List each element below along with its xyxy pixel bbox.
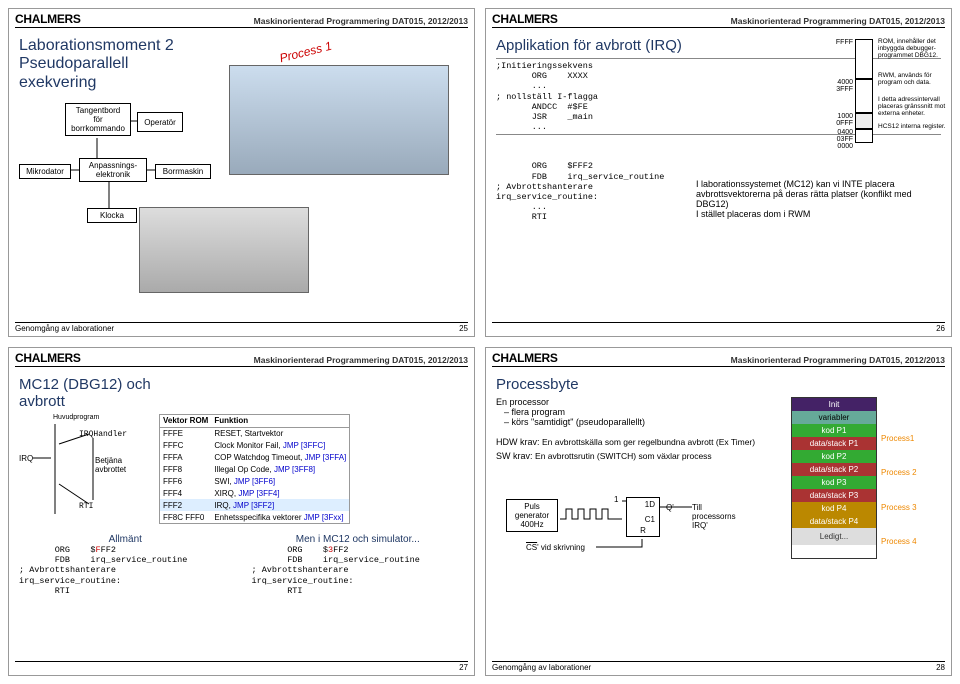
page-number: 25: [459, 324, 468, 333]
slide-header: CHALMERS Maskinorienterad Programmering …: [15, 12, 468, 28]
bullet-2: – flera program: [504, 407, 781, 417]
sw-line: SW krav: En avbrottsrutin (SWITCH) som v…: [496, 451, 781, 461]
chalmers-logo: CHALMERS: [15, 12, 81, 26]
course-label: Maskinorienterad Programmering DAT015, 2…: [254, 355, 468, 365]
table-row: FFF4XIRQ, JMP [3FF4]: [160, 487, 350, 499]
footer-text: Genomgång av laborationer: [15, 324, 114, 333]
heading-men: Men i MC12 och simulator...: [252, 534, 465, 545]
slide-header: CHALMERS Maskinorienterad Programmering …: [492, 351, 945, 367]
slide-footer: Genomgång av laborationer 25: [15, 322, 468, 333]
slide-footer: 27: [15, 661, 468, 672]
course-label: Maskinorienterad Programmering DAT015, 2…: [254, 16, 468, 26]
code-general: ORG $FFF2 FDB irq_service_routine ; Avbr…: [19, 545, 232, 596]
pulse-diagram: Pulsgenerator400Hz 1D C1 R Q' 1 Tillproc…: [496, 479, 781, 559]
slide-footer: Genomgång av laborationer 28: [492, 661, 945, 672]
screenshot-placeholder-1: [229, 65, 449, 175]
slide-header: CHALMERS Maskinorienterad Programmering …: [15, 351, 468, 367]
page-number: 27: [459, 663, 468, 672]
heading-allmant: Allmänt: [19, 534, 232, 545]
table-row: FFFCClock Monitor Fail, JMP [3FFC]: [160, 440, 350, 452]
vector-table: Vektor ROMFunktion FFFERESET, Startvekto…: [159, 414, 350, 524]
table-row: FFFACOP Watchdog Timeout, JMP [3FFA]: [160, 452, 350, 464]
bullet-3: – körs "samtidigt" (pseudoparallellt): [504, 417, 781, 427]
screenshot-placeholder-2: [139, 207, 309, 293]
table-row: FFF2IRQ, JMP [3FF2]: [160, 499, 350, 511]
note-text: I laborationssystemet (MC12) kan vi INTE…: [696, 179, 936, 219]
irq-flow: IRQ Huvudprogram IRQHandler Betjänaavbro…: [19, 414, 149, 524]
table-row: FFFERESET, Startvektor: [160, 427, 350, 439]
footer-text: Genomgång av laborationer: [492, 663, 591, 672]
chalmers-logo: CHALMERS: [15, 351, 81, 365]
slide-footer: 26: [492, 322, 945, 333]
slide-header: CHALMERS Maskinorienterad Programmering …: [492, 12, 945, 28]
title-line-1: Laborationsmoment 2: [19, 37, 464, 55]
slide-title: MC12 (DBG12) och avbrott: [19, 376, 464, 410]
table-row: FF8C FFF0Enhetsspecifika vektorer JMP [3…: [160, 511, 350, 524]
code-mc12: ORG $3FF2 FDB irq_service_routine ; Avbr…: [252, 545, 465, 596]
slide-27: CHALMERS Maskinorienterad Programmering …: [8, 347, 475, 676]
memory-map: FFFF 40003FFF 10000FFF 040003FF 0000: [831, 39, 873, 150]
bullet-1: En processor: [496, 397, 781, 407]
memory-notes: ROM, innehåller det inbyggda debugger-pr…: [878, 39, 948, 130]
process-memory: Init variabler kod P1 data/stack P1 kod …: [791, 397, 941, 559]
slide-28: CHALMERS Maskinorienterad Programmering …: [485, 347, 952, 676]
slide-title: Processbyte: [496, 376, 941, 393]
hdw-line: HDW krav: En avbrottskälla som ger regel…: [496, 437, 781, 447]
table-row: FFF8Illegal Op Code, JMP [3FF8]: [160, 464, 350, 476]
chalmers-logo: CHALMERS: [492, 351, 558, 365]
page-number: 26: [936, 324, 945, 333]
table-row: FFF6SWI, JMP [3FF6]: [160, 475, 350, 487]
page-number: 28: [936, 663, 945, 672]
course-label: Maskinorienterad Programmering DAT015, 2…: [731, 16, 945, 26]
slide-title: Applikation för avbrott (IRQ): [496, 37, 941, 54]
slide-25: CHALMERS Maskinorienterad Programmering …: [8, 8, 475, 337]
code-init: ;Initieringssekvens ORG XXXX ... ; nolls…: [496, 58, 941, 135]
slide-26: CHALMERS Maskinorienterad Programmering …: [485, 8, 952, 337]
chalmers-logo: CHALMERS: [492, 12, 558, 26]
course-label: Maskinorienterad Programmering DAT015, 2…: [731, 355, 945, 365]
